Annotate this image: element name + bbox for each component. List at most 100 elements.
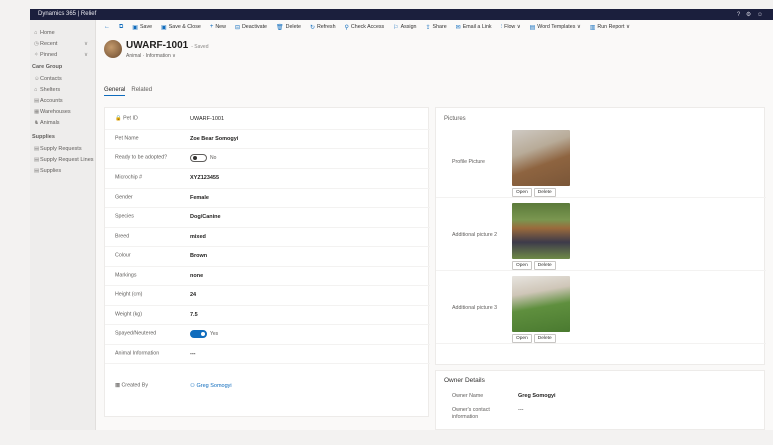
toggle-switch[interactable] bbox=[190, 154, 207, 163]
sidebar-item-label: Pinned bbox=[40, 52, 58, 58]
owner-contact-label: Owner's contact information bbox=[452, 407, 490, 420]
command-label: Save & Close bbox=[168, 24, 201, 30]
share-icon: ⇪ bbox=[425, 24, 431, 31]
sidebar-item-pinned[interactable]: ✧Pinned ∨ bbox=[34, 50, 92, 60]
app-title[interactable]: Dynamics 365 | Relief bbox=[38, 11, 96, 17]
save-close-button[interactable]: ▣ Save & Close bbox=[161, 24, 201, 31]
picture-row-additional-3: Additional picture 3 Open Delete bbox=[436, 272, 766, 344]
field-value[interactable]: mixed bbox=[190, 234, 206, 240]
command-label: Email a Link bbox=[462, 24, 492, 30]
back-button[interactable]: ← bbox=[104, 24, 110, 30]
field-value[interactable]: none bbox=[190, 273, 203, 279]
toggle-switch[interactable] bbox=[190, 330, 207, 339]
additional-picture-3-image[interactable] bbox=[512, 276, 570, 332]
field-label: ▦ Created By bbox=[115, 382, 170, 389]
field-value[interactable]: UWARF-1001 bbox=[190, 116, 224, 122]
share-button[interactable]: ⇪ Share bbox=[426, 24, 447, 31]
command-label: Run Report ∨ bbox=[597, 24, 630, 30]
profile-picture-image[interactable] bbox=[512, 130, 570, 186]
save-button[interactable]: ▣ Save bbox=[132, 24, 152, 31]
field-value[interactable]: Female bbox=[190, 195, 209, 201]
sidebar-item-animals[interactable]: ♞Animals bbox=[34, 118, 92, 128]
delete-picture-button[interactable]: Delete bbox=[533, 334, 556, 343]
additional-picture-2-image[interactable] bbox=[512, 203, 570, 259]
command-label: Save bbox=[139, 24, 153, 30]
tab-related[interactable]: Related bbox=[131, 87, 152, 96]
new-button[interactable]: + New bbox=[210, 24, 226, 30]
chevron-down-icon[interactable]: ∨ bbox=[84, 50, 88, 60]
delete-icon: 🗑 bbox=[276, 24, 284, 31]
delete-button[interactable]: 🗑 Delete bbox=[276, 24, 301, 31]
sidebar-item-accounts[interactable]: ▤Accounts bbox=[34, 96, 92, 106]
flow-button[interactable]: ⫶ Flow ∨ bbox=[501, 24, 521, 31]
refresh-icon: ↻ bbox=[309, 24, 315, 31]
assign-button[interactable]: ⚐ Assign bbox=[393, 24, 416, 31]
command-label: Check Access bbox=[350, 24, 385, 30]
word-templates-icon: ▤ bbox=[529, 24, 536, 31]
delete-picture-button[interactable]: Delete bbox=[533, 261, 556, 270]
field-label: Species bbox=[115, 213, 134, 220]
picture-label: Additional picture 3 bbox=[452, 304, 498, 311]
sidebar-item-supply-requests[interactable]: ▤Supply Requests bbox=[34, 144, 92, 154]
chevron-down-icon[interactable]: ∨ bbox=[84, 39, 88, 49]
refresh-button[interactable]: ↻ Refresh bbox=[310, 24, 336, 31]
command-label: Deactivate bbox=[241, 24, 267, 30]
sidebar-item-supply-request-lines[interactable]: ▤Supply Request Lines bbox=[34, 155, 94, 165]
run-report-button[interactable]: ▥ Run Report ∨ bbox=[590, 24, 630, 31]
field-toggle[interactable]: No bbox=[190, 154, 216, 163]
command-label: Word Templates ∨ bbox=[537, 24, 581, 30]
field-row-microchip: Microchip # XYZ123455 bbox=[105, 169, 430, 189]
field-label: 🔒 Pet ID bbox=[115, 116, 170, 123]
header-actions[interactable]: ? ⚙ ☺ bbox=[737, 11, 765, 18]
owner-name-value[interactable]: Greg Somogyi bbox=[518, 393, 556, 399]
sidebar-item-shelters[interactable]: ⌂ Shelters bbox=[34, 85, 92, 95]
field-value[interactable]: 7.5 bbox=[190, 312, 198, 318]
field-value[interactable]: XYZ123455 bbox=[190, 175, 219, 181]
owner-contact-value[interactable]: --- bbox=[518, 407, 524, 413]
open-picture-button[interactable]: Open bbox=[512, 188, 532, 197]
field-value[interactable]: Brown bbox=[190, 253, 207, 259]
open-picture-button[interactable]: Open bbox=[512, 334, 532, 343]
popout-icon: ⧉ bbox=[119, 23, 124, 30]
deactivate-button[interactable]: ⊟ Deactivate bbox=[235, 24, 267, 31]
sidebar-item-recent[interactable]: ◷Recent ∨ bbox=[34, 39, 92, 49]
field-label: Markings bbox=[115, 272, 137, 279]
record-title: UWARF-1001- Saved bbox=[126, 40, 208, 51]
field-row-colour: Colour Brown bbox=[105, 247, 430, 267]
owner-details-title: Owner Details bbox=[444, 377, 485, 384]
popout-button[interactable]: ⧉ bbox=[119, 24, 123, 31]
field-label: Height (cm) bbox=[115, 291, 143, 298]
sidebar-item-supplies[interactable]: ▤Supplies bbox=[34, 166, 92, 176]
deactivate-icon: ⊟ bbox=[234, 24, 240, 31]
sidebar-item-warehouses[interactable]: ▦Warehouses bbox=[34, 107, 92, 117]
record-avatar bbox=[104, 40, 122, 58]
field-value-link[interactable]: ⚇ Greg Somogyi bbox=[190, 383, 232, 389]
field-row-breed: Breed mixed bbox=[105, 228, 430, 247]
pictures-title: Pictures bbox=[444, 116, 466, 122]
sidebar-item-label: Shelters bbox=[40, 87, 61, 93]
field-value[interactable]: 24 bbox=[190, 292, 196, 298]
open-picture-button[interactable]: Open bbox=[512, 261, 532, 270]
pictures-section: Pictures Profile Picture Open Delete Addi… bbox=[435, 107, 766, 365]
sidebar-item-label: Animals bbox=[40, 120, 60, 126]
sidebar-item-home[interactable]: ⌂ Home bbox=[34, 28, 92, 38]
check-access-button[interactable]: ⚲ Check Access bbox=[345, 24, 385, 31]
email-a-link-button[interactable]: ✉ Email a Link bbox=[456, 24, 492, 31]
field-row-gender: Gender Female bbox=[105, 189, 430, 208]
field-label: Microchip # bbox=[115, 174, 143, 181]
field-value[interactable]: Zoe Bear Somogyi bbox=[190, 136, 238, 142]
field-value[interactable]: Dog/Canine bbox=[190, 214, 221, 220]
sidebar-item-contacts[interactable]: ☺Contacts bbox=[34, 74, 92, 84]
word-templates-button[interactable]: ▤ Word Templates ∨ bbox=[530, 24, 581, 31]
tab-general[interactable]: General bbox=[104, 87, 126, 96]
field-row-created-by: ▦ Created By ⚇ Greg Somogyi bbox=[105, 376, 430, 396]
form-selector[interactable]: Animal · Information ∨ bbox=[126, 53, 176, 59]
owner-name-label: Owner Name bbox=[452, 393, 484, 399]
owner-details-section: Owner Details Owner Name Greg Somogyi Ow… bbox=[435, 370, 765, 430]
field-toggle[interactable]: Yes bbox=[190, 330, 218, 339]
field-label: Breed bbox=[115, 233, 130, 240]
delete-picture-button[interactable]: Delete bbox=[533, 188, 556, 197]
sidebar-item-label: Supply Requests bbox=[40, 146, 82, 152]
main-content: ← ⧉ ▣ Save ▣ Save & Close + New ⊟ Deactivate 🗑 Dele… bbox=[96, 20, 773, 430]
field-value[interactable]: --- bbox=[190, 351, 196, 357]
